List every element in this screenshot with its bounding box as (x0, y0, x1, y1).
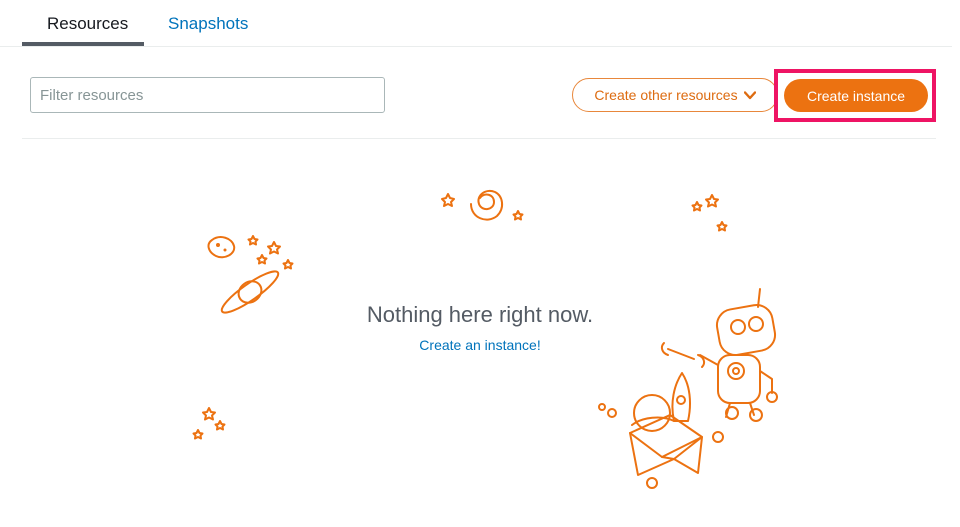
create-instance-label: Create instance (806, 87, 906, 104)
divider (22, 138, 936, 139)
create-instance-button[interactable]: Create instance (784, 79, 928, 112)
tab-snapshots-label: Snapshots (168, 14, 249, 33)
stars-cluster-icon (688, 192, 733, 237)
tab-snapshots[interactable]: Snapshots (168, 14, 248, 34)
create-other-resources-button[interactable]: Create other resources (572, 78, 778, 112)
empty-state-message: Nothing here right now. (366, 302, 594, 327)
tab-resources[interactable]: Resources (22, 14, 144, 46)
create-an-instance-link[interactable]: Create an instance! (380, 337, 580, 353)
filter-resources-input[interactable] (30, 77, 385, 113)
active-tab-indicator (22, 42, 144, 46)
create-other-resources-label: Create other resources (594, 87, 738, 103)
small-stars-icon (190, 404, 235, 449)
planet-ring-icon (200, 228, 305, 318)
tab-bar: Resources Snapshots (0, 0, 952, 47)
chevron-down-icon (743, 90, 756, 99)
tab-resources-label: Resources (47, 14, 129, 33)
galaxy-icon (440, 180, 530, 230)
